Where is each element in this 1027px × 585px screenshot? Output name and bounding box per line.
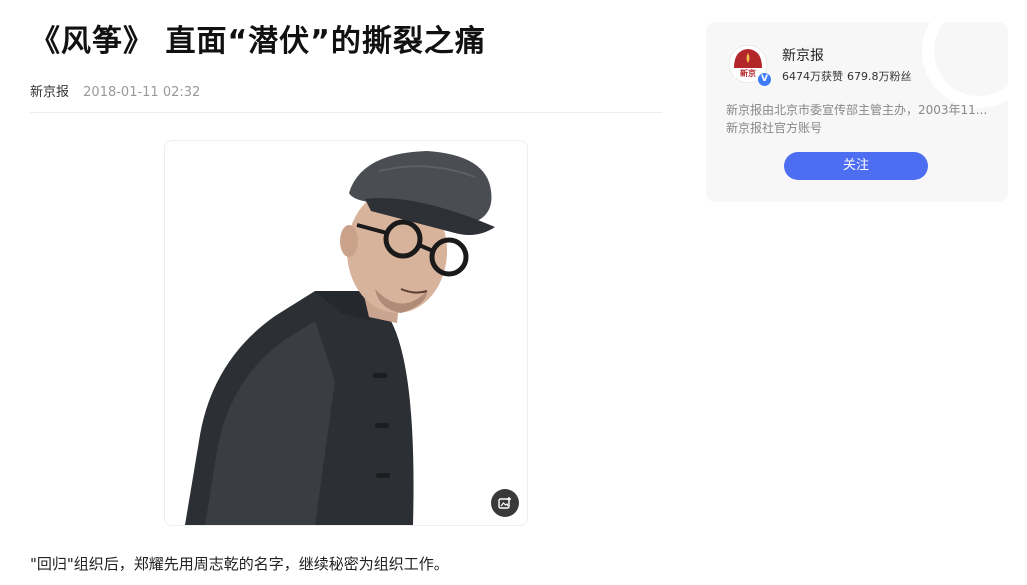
author-name[interactable]: 新京报 bbox=[782, 46, 824, 66]
article-meta: 新京报 2018-01-11 02:32 bbox=[30, 84, 200, 102]
author-desc-line-2: 新京报社官方账号 bbox=[726, 121, 823, 135]
author-stats: 6474万获赞 679.8万粉丝 bbox=[782, 69, 912, 85]
fans-count: 679.8万粉丝 bbox=[847, 70, 912, 83]
article-image[interactable] bbox=[164, 140, 528, 526]
likes-count: 6474万获赞 bbox=[782, 70, 843, 83]
image-search-icon[interactable] bbox=[491, 489, 519, 517]
article-source[interactable]: 新京报 bbox=[30, 85, 69, 100]
article-title: 《风筝》 直面“潜伏”的撕裂之痛 bbox=[30, 24, 486, 59]
article-page: 《风筝》 直面“潜伏”的撕裂之痛 新京报 2018-01-11 02:32 "回… bbox=[0, 0, 1027, 585]
author-card: 新京 V 新京报 6474万获赞 679.8万粉丝 新京报由北京市委宣传部主管主办… bbox=[706, 22, 1008, 202]
verified-badge-icon: V bbox=[757, 72, 772, 87]
image-search-glyph bbox=[498, 497, 511, 509]
card-decoration bbox=[922, 22, 1008, 108]
man-portrait-illustration bbox=[185, 151, 495, 525]
avatar-text: 新京 bbox=[740, 68, 756, 78]
follow-button[interactable]: 关注 bbox=[784, 152, 928, 180]
article-time: 2018-01-11 02:32 bbox=[83, 85, 201, 100]
author-description: 新京报由北京市委宣传部主管主办，2003年11... 新京报社官方账号 bbox=[726, 101, 988, 137]
article-paragraph: "回归"组织后，郑耀先用周志乾的名字，继续秘密为组织工作。 bbox=[30, 555, 449, 573]
divider bbox=[30, 112, 662, 113]
author-desc-line-1: 新京报由北京市委宣传部主管主办，2003年11... bbox=[726, 103, 988, 117]
